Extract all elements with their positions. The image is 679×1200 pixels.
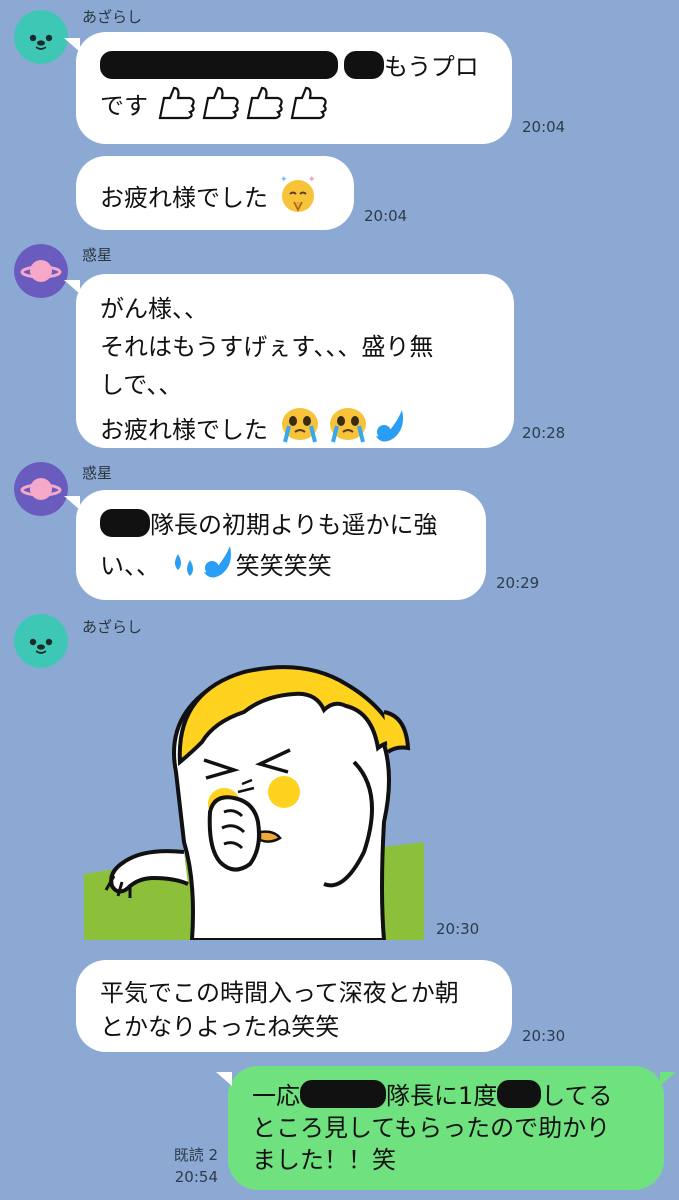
- message-text: 一応: [252, 1082, 300, 1110]
- planet-icon: [14, 462, 68, 516]
- sender-name: あざらし: [82, 8, 143, 26]
- svg-text:✦: ✦: [308, 175, 316, 185]
- seal-icon: [14, 10, 68, 64]
- redacted-text: [100, 51, 338, 79]
- message-text: お疲れ様でした: [100, 184, 268, 212]
- message-text: ところ見してもらったので助かり: [252, 1114, 611, 1142]
- message-text: もうプロ: [384, 53, 479, 81]
- thumbs-up-icon: [288, 86, 332, 133]
- message-text: してる: [541, 1082, 613, 1110]
- message-text: い、、: [100, 552, 160, 580]
- message-line: 一応 隊長に1度 してる: [252, 1080, 642, 1112]
- message-timestamp: 20:29: [496, 574, 540, 592]
- message-text: お疲れ様でした: [100, 416, 268, 444]
- thumbs-up-icon: [244, 86, 288, 133]
- crying-face-icon: [276, 404, 324, 457]
- message-bubble[interactable]: 平気でこの時間入って深夜とか朝 とかなりよったね笑笑: [76, 960, 512, 1052]
- message-bubble[interactable]: お疲れ様でした ✦ ✦: [76, 156, 354, 230]
- redacted-text: [344, 51, 384, 79]
- message-timestamp: 20:30: [436, 920, 480, 938]
- sweat-drops-icon: [168, 550, 200, 593]
- redacted-text: [300, 1080, 386, 1108]
- message-bubble[interactable]: がん様、、 それはもうすげぇす、、、盛り無 しで、、 お疲れ様でした: [64, 274, 514, 448]
- svg-text:✦: ✦: [280, 175, 288, 185]
- sender-name: 惑星: [82, 246, 113, 264]
- planet-icon: [14, 244, 68, 298]
- message-line: お疲れ様でした ✦ ✦: [100, 172, 332, 225]
- message-bubble[interactable]: 隊長の初期よりも遥かに強 い、、 笑笑笑笑: [64, 490, 486, 600]
- message-timestamp: 20:30: [522, 1027, 566, 1045]
- message-text: です: [100, 92, 148, 120]
- message-text: それはもうすげぇす、、、盛り無: [100, 333, 434, 361]
- sweat-drops-icon: [200, 544, 236, 593]
- read-count: 既読 2: [173, 1146, 218, 1164]
- message-line: 隊長の初期よりも遥かに強: [100, 506, 464, 544]
- message-line: お疲れ様でした: [100, 404, 492, 457]
- crying-face-icon: [324, 404, 372, 457]
- message-text: 笑笑笑笑: [235, 552, 332, 580]
- sneezing-character-sticker[interactable]: [84, 652, 424, 942]
- read-receipt: 既読 2 20:54: [162, 1144, 218, 1188]
- message-line: です: [100, 86, 490, 133]
- message-bubble[interactable]: 一応 隊長に1度 してる ところ見してもらったので助かり ました！！笑: [216, 1066, 676, 1190]
- sender-name: 惑星: [82, 464, 113, 482]
- message-timestamp: 20:04: [364, 207, 408, 225]
- praying-face-icon: ✦ ✦: [276, 172, 320, 225]
- message-text: ました！！笑: [252, 1146, 396, 1174]
- message-text: しで、、: [100, 371, 183, 399]
- avatar-planet[interactable]: [14, 462, 68, 516]
- message-text: 隊長の初期よりも遥かに強: [150, 511, 438, 539]
- sweat-drops-icon: [372, 408, 408, 457]
- message-timestamp: 20:54: [174, 1168, 218, 1186]
- avatar-seal[interactable]: [14, 10, 68, 64]
- thumbs-up-icon: [156, 86, 200, 133]
- message-timestamp: 20:04: [522, 118, 566, 136]
- message-text: 隊長に1度: [386, 1082, 498, 1110]
- thumbs-up-icon: [200, 86, 244, 133]
- message-text: とかなりよったね笑笑: [100, 1013, 340, 1041]
- message-line: もうプロ: [100, 48, 490, 86]
- avatar-planet[interactable]: [14, 244, 68, 298]
- redacted-text: [100, 509, 150, 537]
- seal-icon: [14, 614, 68, 668]
- redacted-text: [497, 1080, 542, 1108]
- message-bubble[interactable]: もうプロ です: [64, 32, 512, 144]
- message-line: い、、 笑笑笑笑: [100, 544, 464, 593]
- sender-name: あざらし: [82, 618, 143, 636]
- message-text: 平気でこの時間入って深夜とか朝: [100, 979, 459, 1007]
- message-text: がん様、、: [100, 295, 208, 323]
- message-timestamp: 20:28: [522, 424, 566, 442]
- avatar-seal[interactable]: [14, 614, 68, 668]
